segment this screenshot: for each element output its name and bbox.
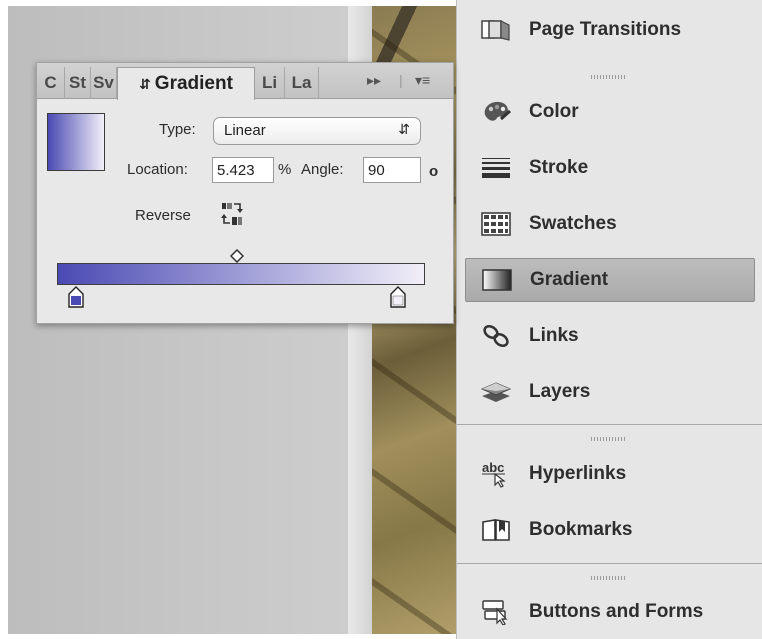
- tab-label: Li: [261, 73, 278, 92]
- dock-item-links[interactable]: Links: [465, 314, 755, 358]
- stepper-arrows-icon: ⇵: [398, 121, 410, 137]
- dock-item-bookmarks[interactable]: Bookmarks: [465, 508, 755, 552]
- panel-menu-icon[interactable]: ▾≡: [415, 72, 430, 89]
- stop-color-fill: [392, 295, 404, 306]
- dock-separator: [457, 424, 762, 425]
- links-icon: [481, 323, 511, 349]
- dock-group-grip[interactable]: [591, 75, 627, 79]
- gradient-midpoint-handle[interactable]: [230, 249, 244, 263]
- gradient-preview-swatch[interactable]: [47, 113, 105, 171]
- dock-item-gradient[interactable]: Gradient: [465, 258, 755, 302]
- hyperlinks-icon: abc: [481, 460, 511, 488]
- dock-item-page-transitions[interactable]: Page Transitions: [465, 8, 755, 52]
- tab-swatches[interactable]: Sv: [91, 67, 117, 99]
- svg-text:abc: abc: [482, 460, 504, 475]
- dock-item-buttons-and-forms[interactable]: Buttons and Forms: [465, 590, 755, 634]
- gradient-stop-end[interactable]: [390, 286, 406, 308]
- dock-group-grip[interactable]: [591, 576, 627, 580]
- type-label: Type:: [159, 121, 196, 138]
- stop-color-fill: [71, 296, 81, 305]
- swatches-icon: [481, 211, 511, 237]
- tab-color[interactable]: C: [37, 67, 65, 99]
- angle-input[interactable]: [363, 157, 421, 183]
- tab-links[interactable]: Li: [255, 67, 285, 99]
- page-transitions-icon: [481, 17, 511, 43]
- location-label: Location:: [127, 161, 188, 178]
- dock-item-label: Page Transitions: [529, 19, 682, 40]
- dock-item-layers[interactable]: Layers: [465, 370, 755, 414]
- tab-stroke[interactable]: St: [65, 67, 91, 99]
- dock-item-label: Gradient: [530, 269, 609, 290]
- tab-label: C: [44, 73, 57, 92]
- dock-item-label: Links: [529, 325, 579, 346]
- gradient-ramp[interactable]: [57, 263, 425, 285]
- dock-item-label: Layers: [529, 381, 591, 402]
- location-input[interactable]: [212, 157, 274, 183]
- tab-label: Gradient: [154, 73, 233, 94]
- dock-separator: [457, 563, 762, 564]
- dock-item-label: Swatches: [529, 213, 617, 234]
- app-window: Page Transitions Color Stroke Swatches G…: [0, 0, 762, 639]
- dock-item-color[interactable]: Color: [465, 90, 755, 134]
- dock-item-label: Hyperlinks: [529, 463, 627, 484]
- layers-icon: [481, 379, 511, 405]
- tab-label: Sv: [93, 73, 114, 92]
- expand-panels-icon[interactable]: ▸▸: [367, 72, 381, 89]
- angle-unit: o: [429, 163, 439, 180]
- reverse-label: Reverse: [135, 207, 191, 224]
- panel-tab-bar: C St Sv ⇵ Gradient Li La ▸▸ | ▾≡: [37, 63, 453, 100]
- gradient-icon: [482, 267, 512, 293]
- color-palette-icon: [481, 99, 511, 125]
- panel-dock: Page Transitions Color Stroke Swatches G…: [456, 0, 762, 639]
- tab-label: St: [69, 73, 86, 92]
- gradient-panel: C St Sv ⇵ Gradient Li La ▸▸ | ▾≡ Type: L…: [36, 62, 454, 324]
- reverse-button[interactable]: [221, 201, 243, 234]
- tab-label: La: [291, 73, 312, 92]
- dock-item-label: Buttons and Forms: [529, 601, 704, 622]
- bookmarks-icon: [481, 517, 511, 543]
- dock-item-stroke[interactable]: Stroke: [465, 146, 755, 190]
- location-unit: %: [278, 161, 292, 178]
- dock-item-swatches[interactable]: Swatches: [465, 202, 755, 246]
- type-select[interactable]: Linear ⇵: [213, 117, 421, 145]
- dock-item-label: Bookmarks: [529, 519, 633, 540]
- tab-gradient[interactable]: ⇵ Gradient: [117, 67, 255, 100]
- dock-item-label: Stroke: [529, 157, 589, 178]
- tab-layers[interactable]: La: [285, 67, 319, 99]
- dock-item-label: Color: [529, 101, 579, 122]
- divider: |: [399, 72, 403, 88]
- type-select-value: Linear: [224, 122, 266, 139]
- gradient-stop-start[interactable]: [68, 286, 84, 308]
- stroke-icon: [481, 155, 511, 181]
- angle-label: Angle:: [301, 161, 344, 178]
- reverse-icon: [221, 203, 243, 225]
- dock-item-hyperlinks[interactable]: abc Hyperlinks: [465, 452, 755, 496]
- updown-arrows-icon: ⇵: [139, 75, 151, 92]
- buttons-forms-icon: [481, 599, 511, 625]
- dock-group-grip[interactable]: [591, 437, 627, 441]
